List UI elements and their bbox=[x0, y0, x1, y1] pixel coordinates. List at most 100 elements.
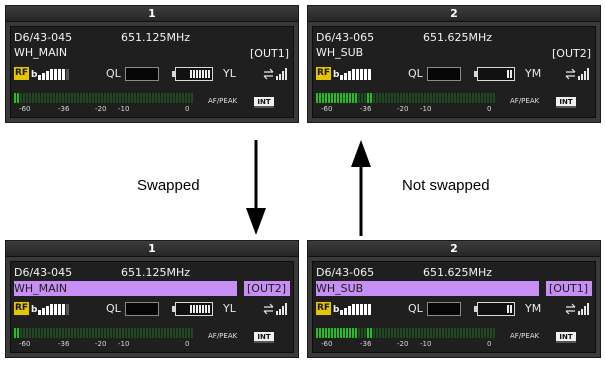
output-label: [OUT1] bbox=[250, 47, 290, 60]
frequency: 651.125MHz bbox=[121, 31, 191, 44]
rf-sub-label: b bbox=[333, 70, 340, 80]
device-id: D6/43-065 bbox=[316, 31, 375, 44]
antenna-group: YL bbox=[223, 67, 236, 80]
frequency: 651.625MHz bbox=[423, 266, 493, 279]
output-label: [OUT2] bbox=[247, 282, 287, 295]
af-peak-label: AF/PEAK bbox=[510, 97, 540, 105]
rf-level-bars bbox=[340, 68, 371, 80]
channel-panel-2-top: 2 D6/43-065 651.625MHz WH_SUB [OUT2] RF … bbox=[307, 5, 601, 123]
ql-meter bbox=[427, 302, 461, 316]
antenna-group: YM bbox=[525, 302, 541, 315]
scale-tick: -36 bbox=[58, 340, 70, 348]
scale-tick: -10 bbox=[420, 340, 432, 348]
channel-panel-1-bottom: 1 D6/43-045 651.125MHz WH_MAIN [OUT2] RF… bbox=[5, 240, 299, 358]
panel-header: 1 bbox=[6, 6, 298, 22]
ql-label: QL bbox=[408, 67, 423, 80]
antenna-group: YM bbox=[525, 67, 541, 80]
antenna-icon: Y bbox=[525, 67, 532, 80]
scale-tick: -20 bbox=[397, 340, 409, 348]
int-badge: INT bbox=[556, 97, 576, 108]
scale-tick: -10 bbox=[118, 340, 130, 348]
channel-name: WH_MAIN bbox=[14, 282, 68, 295]
not-swapped-label: Not swapped bbox=[402, 177, 490, 194]
scale-tick: -36 bbox=[360, 105, 372, 113]
channel-panel-1-top: 1 D6/43-045 651.125MHz WH_MAIN [OUT1] RF… bbox=[5, 5, 299, 123]
scale-tick: -60 bbox=[19, 105, 31, 113]
scale-tick: 0 bbox=[487, 340, 492, 348]
link-signal-icon bbox=[263, 303, 287, 315]
swapped-label: Swapped bbox=[137, 177, 200, 194]
scale-tick: -20 bbox=[95, 105, 107, 113]
channel-name: WH_MAIN bbox=[14, 46, 68, 59]
af-meter bbox=[14, 93, 193, 103]
battery-icon bbox=[474, 302, 515, 316]
af-meter bbox=[316, 328, 495, 338]
panel-header: 2 bbox=[308, 6, 600, 22]
device-id: D6/43-045 bbox=[14, 266, 73, 279]
ql-meter bbox=[427, 67, 461, 81]
scale-tick: -36 bbox=[58, 105, 70, 113]
antenna-label: L bbox=[229, 302, 236, 315]
scale-tick: -20 bbox=[95, 340, 107, 348]
scale-tick: -60 bbox=[19, 340, 31, 348]
battery-icon bbox=[172, 302, 213, 316]
scale-tick: -60 bbox=[321, 340, 333, 348]
rf-level-bars bbox=[38, 68, 69, 80]
channel-panel-2-bottom: 2 D6/43-065 651.625MHz WH_SUB [OUT1] RF … bbox=[307, 240, 601, 358]
scale-tick: 0 bbox=[487, 105, 492, 113]
channel-name: WH_SUB bbox=[316, 282, 364, 295]
scale-tick: -10 bbox=[118, 105, 130, 113]
rf-badge-icon: RF bbox=[316, 302, 331, 315]
antenna-label: M bbox=[531, 302, 542, 315]
output-label: [OUT2] bbox=[552, 47, 592, 60]
scale-tick: 0 bbox=[185, 340, 190, 348]
device-id: D6/43-065 bbox=[316, 266, 375, 279]
panel-body: D6/43-045 651.125MHz WH_MAIN [OUT2] RF b… bbox=[10, 261, 294, 353]
scale-tick: -10 bbox=[420, 105, 432, 113]
link-signal-icon bbox=[565, 303, 589, 315]
antenna-label: L bbox=[229, 67, 236, 80]
rf-sub-label: b bbox=[31, 70, 38, 80]
panel-body: D6/43-045 651.125MHz WH_MAIN [OUT1] RF b… bbox=[10, 26, 294, 118]
output-label: [OUT1] bbox=[549, 282, 589, 295]
frequency: 651.625MHz bbox=[423, 31, 493, 44]
scale-tick: -36 bbox=[360, 340, 372, 348]
device-id: D6/43-045 bbox=[14, 31, 73, 44]
rf-badge-icon: RF bbox=[14, 302, 29, 315]
antenna-group: YL bbox=[223, 302, 236, 315]
panel-body: D6/43-065 651.625MHz WH_SUB [OUT1] RF b … bbox=[312, 261, 596, 353]
scale-tick: -60 bbox=[321, 105, 333, 113]
panel-header: 2 bbox=[308, 241, 600, 257]
ql-label: QL bbox=[408, 302, 423, 315]
link-signal-icon bbox=[263, 68, 287, 80]
battery-icon bbox=[172, 67, 213, 81]
rf-sub-label: b bbox=[333, 305, 340, 315]
ql-label: QL bbox=[106, 67, 121, 80]
af-meter bbox=[14, 328, 193, 338]
panel-body: D6/43-065 651.625MHz WH_SUB [OUT2] RF b … bbox=[312, 26, 596, 118]
up-arrow-icon bbox=[351, 140, 371, 236]
antenna-icon: Y bbox=[223, 302, 230, 315]
panel-header: 1 bbox=[6, 241, 298, 257]
antenna-icon: Y bbox=[223, 67, 230, 80]
af-meter bbox=[316, 93, 495, 103]
rf-badge-icon: RF bbox=[14, 67, 29, 80]
scale-tick: -20 bbox=[397, 105, 409, 113]
ql-label: QL bbox=[106, 302, 121, 315]
antenna-label: M bbox=[531, 67, 542, 80]
af-peak-label: AF/PEAK bbox=[208, 332, 238, 340]
channel-name: WH_SUB bbox=[316, 46, 364, 59]
af-peak-label: AF/PEAK bbox=[208, 97, 238, 105]
rf-badge-icon: RF bbox=[316, 67, 331, 80]
down-arrow-icon bbox=[246, 140, 266, 235]
frequency: 651.125MHz bbox=[121, 266, 191, 279]
int-badge: INT bbox=[254, 97, 274, 108]
int-badge: INT bbox=[254, 332, 274, 343]
rf-level-bars bbox=[38, 303, 69, 315]
ql-meter bbox=[125, 302, 159, 316]
ql-meter bbox=[125, 67, 159, 81]
af-peak-label: AF/PEAK bbox=[510, 332, 540, 340]
scale-tick: 0 bbox=[185, 105, 190, 113]
link-signal-icon bbox=[565, 68, 589, 80]
battery-icon bbox=[474, 67, 515, 81]
